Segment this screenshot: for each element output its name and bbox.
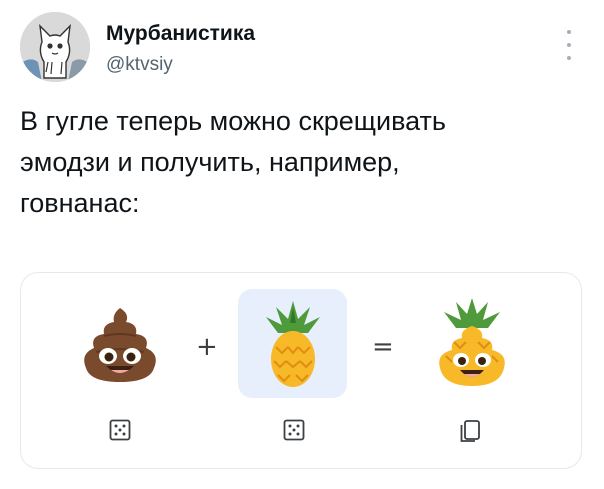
pineapple-icon[interactable] [262,301,324,389]
avatar[interactable] [20,12,90,82]
pineapple-poo-result-icon[interactable] [428,298,516,390]
tweet-line: говнанас: [20,188,140,218]
author-handle[interactable]: @ktvsiy [106,54,173,76]
more-options-icon[interactable] [560,30,578,60]
author-name[interactable]: Мурбанистика [106,22,255,46]
dice-icon[interactable] [108,418,132,442]
dice-icon[interactable] [282,418,306,442]
copy-icon[interactable] [458,418,482,444]
tweet-text: В гугле теперь можно скрещивать эмодзи и… [20,101,580,224]
tweet-line: эмодзи и получить, например, [20,147,400,177]
cat-avatar-icon [20,12,90,82]
plus-sign: + [196,332,218,362]
equals-sign: = [372,332,394,362]
pile-of-poo-icon[interactable] [80,306,160,384]
tweet-line: В гугле теперь можно скрещивать [20,106,446,136]
